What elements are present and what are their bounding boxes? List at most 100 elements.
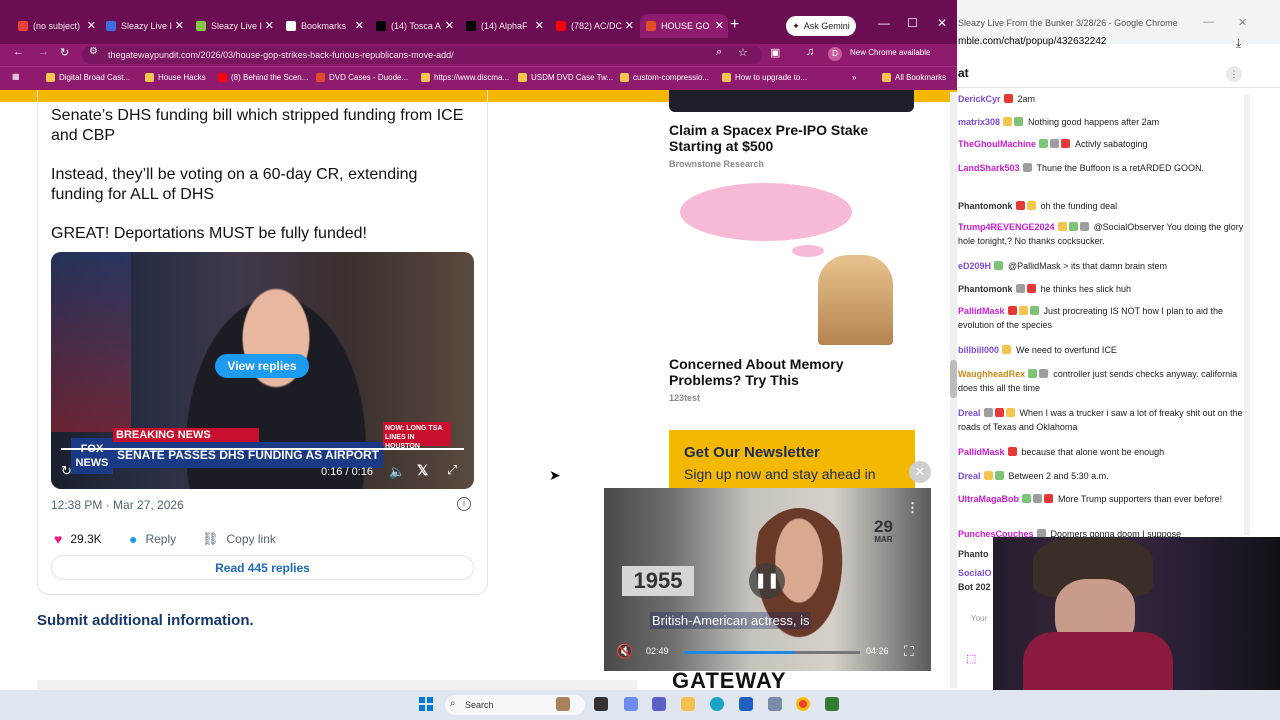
new-chrome-available[interactable]: New Chrome available	[850, 48, 930, 57]
floating-video-player[interactable]: 1955 29 MAR ❚❚ British-American actress,…	[604, 488, 931, 671]
chat-username[interactable]: Dreal	[958, 471, 981, 481]
tab-2[interactable]: Sleazy Live I ✕	[100, 14, 188, 38]
bookmark-item[interactable]: USDM DVD Case Tw...	[518, 73, 613, 82]
new-tab-button[interactable]: +	[730, 16, 739, 34]
copy-link-button[interactable]: ⛓ Copy link	[202, 531, 276, 547]
bookmark-item[interactable]: House Hacks	[145, 73, 206, 82]
all-bookmarks-button[interactable]: All Bookmarks	[882, 73, 946, 82]
newsletter-box[interactable]: Get Our Newsletter Sign up now and stay …	[669, 430, 915, 488]
download-icon[interactable]: ⤓	[1236, 36, 1241, 51]
x-logo-icon[interactable]: 𝕏	[417, 462, 428, 479]
minimize-button[interactable]: —	[1203, 16, 1214, 28]
edge-icon[interactable]	[710, 697, 724, 711]
like-button[interactable]: ♥ 29.3K	[54, 531, 102, 547]
chat-username[interactable]: WaughheadRex	[958, 369, 1025, 379]
close-tab-icon[interactable]: ✕	[265, 19, 274, 32]
submit-info-link[interactable]: Submit additional information.	[37, 612, 254, 629]
close-icon[interactable]: ✕	[909, 461, 931, 483]
ad-figure-image[interactable]	[818, 255, 893, 345]
chat-username[interactable]: billbill000	[958, 345, 999, 355]
tab-8[interactable]: HOUSE GO ✕	[640, 14, 728, 38]
chat-username[interactable]: PallidMask	[958, 306, 1005, 316]
tab-3[interactable]: Sleazy Live I ✕	[190, 14, 278, 38]
chat-username[interactable]: DerickCyr	[958, 94, 1001, 104]
chat-username[interactable]: Bot 202	[958, 580, 994, 594]
ad-image[interactable]	[669, 90, 914, 112]
gift-icon[interactable]: ⬚	[966, 652, 976, 665]
bookmark-item[interactable]: Digital Broad Cast...	[46, 73, 130, 82]
search-highlight-icon[interactable]	[556, 697, 570, 711]
chat-username[interactable]: LandShark503	[958, 163, 1020, 173]
forward-button[interactable]: →	[38, 46, 49, 58]
chat-username[interactable]: SocialO	[958, 566, 994, 580]
more-options-icon[interactable]: ⋮	[906, 500, 919, 516]
ad-title[interactable]: Claim a Spacex Pre-IPO Stake Starting at…	[669, 122, 909, 154]
close-window-button[interactable]: ✕	[1238, 16, 1247, 29]
url-field[interactable]: thegatewaypundit.com/2026/03/house-gop-s…	[82, 46, 762, 64]
info-icon[interactable]: i	[457, 497, 471, 511]
store-icon[interactable]	[739, 697, 753, 711]
volume-icon[interactable]: 🔈	[389, 464, 405, 480]
close-tab-icon[interactable]: ✕	[175, 19, 184, 32]
scrollbar-thumb[interactable]	[950, 360, 957, 398]
minimize-button[interactable]: —	[878, 16, 890, 30]
close-tab-icon[interactable]: ✕	[535, 19, 544, 32]
bookmark-item[interactable]: DVD Cases - Duode...	[316, 73, 408, 82]
profile-avatar[interactable]: D	[828, 47, 842, 61]
windows-start-icon[interactable]	[419, 697, 433, 711]
chat-username[interactable]: UltraMagaBob	[958, 494, 1019, 504]
site-info-icon[interactable]: ⚙	[89, 46, 98, 57]
fullscreen-icon[interactable]: ⤢	[447, 462, 457, 478]
chat-username[interactable]: Phanto	[958, 547, 994, 561]
chat-username[interactable]: Phantomonk	[958, 201, 1013, 211]
chrome-icon[interactable]	[796, 697, 810, 711]
view-replies-button[interactable]: View replies	[215, 354, 309, 378]
ad-image[interactable]	[680, 183, 852, 241]
close-tab-icon[interactable]: ✕	[355, 19, 364, 32]
ad-title[interactable]: Concerned About Memory Problems? Try Thi…	[669, 356, 909, 388]
chat-username[interactable]: PallidMask	[958, 447, 1005, 457]
tab-1[interactable]: (no subject) ✕	[12, 14, 100, 38]
chat-menu-icon[interactable]: ⋮	[1226, 66, 1242, 82]
tweet-timestamp[interactable]: 12:38 PM · Mar 27, 2026	[51, 498, 184, 512]
apps-icon[interactable]: ▦	[12, 72, 20, 81]
chat-username[interactable]: TheGhoulMachine	[958, 139, 1036, 149]
bookmark-star-icon[interactable]: ☆	[738, 46, 748, 59]
tab-4[interactable]: Bookmarks ✕	[280, 14, 368, 38]
tab-7[interactable]: (782) AC/DC ✕	[550, 14, 638, 38]
chat-scrollbar[interactable]	[1244, 95, 1250, 535]
maximize-button[interactable]: ☐	[907, 16, 918, 30]
reload-button[interactable]: ↻	[60, 46, 69, 59]
replay-icon[interactable]: ↻	[61, 463, 72, 479]
bookmark-item[interactable]: (8) Behind the Scen...	[218, 73, 308, 82]
back-button[interactable]: ←	[13, 46, 24, 58]
file-explorer-icon[interactable]	[681, 697, 695, 711]
close-tab-icon[interactable]: ✕	[715, 19, 724, 32]
muted-icon[interactable]: 🔇	[616, 643, 633, 660]
tweet-video[interactable]: View replies BREAKING NEWS SENATE PASSES…	[51, 252, 474, 489]
chat-window-url[interactable]: mble.com/chat/popup/432632242	[957, 36, 1280, 52]
extensions-icon[interactable]: ▣	[770, 46, 780, 59]
close-tab-icon[interactable]: ✕	[87, 19, 96, 32]
tab-5[interactable]: (14) Tosca A ✕	[370, 14, 458, 38]
ask-gemini-button[interactable]: ✦ Ask Gemini	[786, 16, 856, 36]
copilot-icon[interactable]	[624, 697, 638, 711]
chat-username[interactable]: eD209H	[958, 261, 991, 271]
settings-gear-icon[interactable]	[768, 697, 782, 711]
zoom-icon[interactable]: ⌕	[716, 46, 722, 59]
close-tab-icon[interactable]: ✕	[625, 19, 634, 32]
rumble-icon[interactable]	[825, 697, 839, 711]
teams-icon[interactable]	[652, 697, 666, 711]
read-replies-button[interactable]: Read 445 replies	[51, 555, 474, 580]
chat-username[interactable]: Trump4REVENGE2024	[958, 222, 1055, 232]
close-window-button[interactable]: ✕	[937, 16, 947, 30]
chat-input[interactable]: Your	[957, 610, 993, 632]
close-tab-icon[interactable]: ✕	[445, 19, 454, 32]
chat-username[interactable]: Phantomonk	[958, 284, 1013, 294]
media-icon[interactable]: ♫	[806, 46, 814, 58]
bookmark-item[interactable]: https://www.discma...	[421, 73, 509, 82]
bookmarks-overflow-icon[interactable]: »	[852, 73, 856, 82]
pause-button[interactable]: ❚❚	[749, 563, 785, 599]
bookmark-item[interactable]: How to upgrade to...	[722, 73, 807, 82]
fullscreen-icon[interactable]: ⛶	[904, 643, 914, 660]
